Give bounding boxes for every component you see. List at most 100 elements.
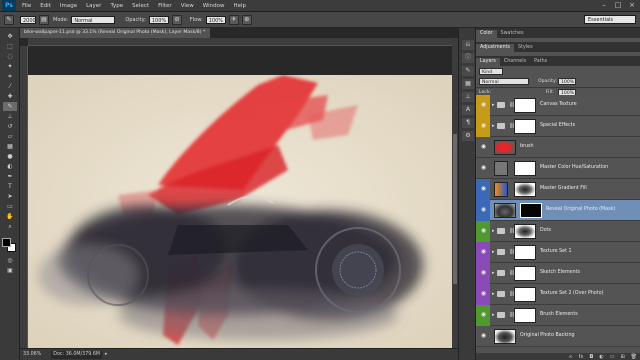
layer-row[interactable]: ◉ ▸ ⛓ Special Effects (476, 116, 640, 137)
menu-window[interactable]: Window (203, 3, 225, 9)
layer-name[interactable]: brush (520, 144, 534, 149)
visibility-eye-icon[interactable]: ◉ (480, 165, 487, 171)
layer-name[interactable]: Sketch Elements (540, 270, 580, 275)
layer-name[interactable]: Brush Elements (540, 312, 578, 317)
character-panel-icon[interactable]: A (462, 105, 474, 115)
close-icon[interactable]: × (626, 1, 638, 10)
menu-layer[interactable]: Layer (86, 3, 101, 9)
lasso-tool-icon[interactable]: ◌ (3, 52, 17, 61)
healing-tool-icon[interactable]: ✚ (3, 92, 17, 101)
tab-paths[interactable]: Paths (530, 58, 551, 66)
layer-row[interactable]: ◉ Master Color Hue/Saturation (476, 158, 640, 179)
layer-name[interactable]: Special Effects (540, 123, 575, 128)
color-swatches[interactable] (2, 238, 18, 254)
blur-tool-icon[interactable]: ● (3, 152, 17, 161)
opacity-field[interactable]: 100% (148, 15, 169, 24)
layer-name[interactable]: Reveal Original Photo (Mask) (546, 207, 615, 212)
menu-file[interactable]: File (22, 3, 31, 9)
layer-row[interactable]: ◉ ▸ ⛓ Dots (476, 221, 640, 242)
airbrush-icon[interactable]: ✈ (228, 14, 239, 25)
foreground-color-swatch[interactable] (2, 238, 11, 247)
document-info[interactable]: Doc: 36.0M/379.6M (51, 350, 103, 359)
move-tool-icon[interactable]: ✥ (3, 32, 17, 41)
brush-panel-icon[interactable]: ▤ (39, 14, 49, 25)
crop-tool-icon[interactable]: ⌗ (3, 72, 17, 81)
marquee-tool-icon[interactable]: ⬚ (3, 42, 17, 51)
zoom-level[interactable]: 33.06% (23, 352, 41, 357)
tab-color[interactable]: Color (476, 30, 497, 38)
brush-tool-icon-active[interactable]: ✎ (3, 102, 17, 111)
clone-stamp-tool-icon[interactable]: ⊥ (3, 112, 17, 121)
menu-image[interactable]: Image (60, 3, 77, 9)
properties-panel-icon[interactable]: ⓘ (462, 53, 474, 63)
status-menu-arrow-icon[interactable]: ▸ (105, 352, 107, 357)
tab-styles[interactable]: Styles (514, 44, 537, 52)
layer-name[interactable]: Master Gradient Fill (540, 186, 587, 191)
layer-name[interactable]: Dots (540, 228, 551, 233)
adjustment-layer-icon[interactable]: ◐ (599, 354, 603, 360)
workspace-select[interactable]: Essentials (584, 15, 636, 24)
document-canvas[interactable] (28, 75, 452, 348)
shape-tool-icon[interactable]: ▭ (3, 202, 17, 211)
visibility-eye-icon[interactable]: ◉ (480, 102, 487, 108)
brush-presets-icon[interactable]: ▦ (462, 79, 474, 89)
gradient-tool-icon[interactable]: ▦ (3, 142, 17, 151)
eyedropper-tool-icon[interactable]: ⁄ (3, 82, 17, 91)
expand-chevron-icon[interactable]: ▸ (492, 270, 495, 276)
brush-panel-icon-dock[interactable]: ✎ (462, 66, 474, 76)
expand-chevron-icon[interactable]: ▸ (492, 312, 495, 318)
quick-select-tool-icon[interactable]: ✦ (3, 62, 17, 71)
path-select-tool-icon[interactable]: ➤ (3, 192, 17, 201)
menu-view[interactable]: View (181, 3, 194, 9)
pressure-opacity-icon[interactable]: ⊘ (171, 14, 182, 25)
tab-adjustments[interactable]: Adjustments (476, 44, 515, 52)
layer-name[interactable]: Original Photo Backing (520, 333, 575, 338)
add-mask-icon[interactable]: ◘ (589, 354, 593, 360)
visibility-eye-icon[interactable]: ◉ (480, 249, 487, 255)
blend-mode-select[interactable]: Normal (479, 78, 529, 85)
layer-row[interactable]: ◉ ▸ ⛓ Texture Set 1 (476, 242, 640, 263)
new-layer-icon[interactable]: ⊞ (620, 354, 624, 360)
expand-chevron-icon[interactable]: ▸ (492, 123, 495, 129)
flow-field[interactable]: 100% (205, 15, 226, 24)
maximize-icon[interactable]: □ (612, 1, 624, 10)
menu-help[interactable]: Help (233, 3, 246, 9)
expand-chevron-icon[interactable]: ▸ (492, 102, 495, 108)
zoom-tool-icon[interactable]: ⌕ (3, 222, 17, 231)
tab-swatches[interactable]: Swatches (497, 30, 528, 38)
pen-tool-icon[interactable]: ✒ (3, 172, 17, 181)
layer-row[interactable]: ◉ Original Photo Backing (476, 326, 640, 347)
tab-layers[interactable]: Layers (476, 58, 500, 66)
brush-size-field[interactable]: 2000 (20, 15, 36, 24)
eraser-tool-icon[interactable]: ▱ (3, 132, 17, 141)
screen-mode-icon[interactable]: ▣ (3, 266, 17, 275)
layer-name[interactable]: Texture Set 2 (Over Photo) (540, 291, 604, 296)
layer-row[interactable]: ◉ ▸ ⛓ Canvas Texture (476, 95, 640, 116)
delete-layer-icon[interactable]: 🗑 (631, 354, 637, 360)
canvas-area[interactable] (20, 38, 452, 348)
visibility-eye-icon[interactable]: ◉ (480, 123, 487, 129)
hand-tool-icon[interactable]: ✋ (3, 212, 17, 221)
expand-chevron-icon[interactable]: ▸ (492, 228, 495, 234)
pressure-size-icon[interactable]: ⊛ (241, 14, 252, 25)
menu-filter[interactable]: Filter (158, 3, 172, 9)
type-tool-icon[interactable]: T (3, 182, 17, 191)
paragraph-panel-icon[interactable]: ¶ (462, 118, 474, 128)
clone-source-icon[interactable]: ⊥ (462, 92, 474, 102)
visibility-eye-icon[interactable]: ◉ (480, 291, 487, 297)
tool-presets-icon[interactable]: ⚙ (462, 131, 474, 141)
link-layers-icon[interactable]: ∞ (568, 354, 572, 360)
visibility-eye-icon[interactable]: ◉ (480, 144, 487, 150)
layer-row[interactable]: ◉ ▸ ⛓ Brush Elements (476, 305, 640, 326)
visibility-eye-icon[interactable]: ◉ (480, 186, 487, 192)
history-panel-icon[interactable]: ⎌ (462, 40, 474, 50)
layer-name[interactable]: Master Color Hue/Saturation (540, 165, 608, 170)
visibility-eye-icon[interactable]: ◉ (480, 312, 487, 318)
new-group-icon[interactable]: ▭ (610, 354, 615, 360)
dodge-tool-icon[interactable]: ◐ (3, 162, 17, 171)
visibility-eye-icon[interactable]: ◉ (480, 270, 487, 276)
history-brush-tool-icon[interactable]: ↺ (3, 122, 17, 131)
layer-row[interactable]: ◉ Master Gradient Fill (476, 179, 640, 200)
menu-edit[interactable]: Edit (40, 3, 51, 9)
layer-row[interactable]: ◉ ▸ ⛓ Sketch Elements (476, 263, 640, 284)
